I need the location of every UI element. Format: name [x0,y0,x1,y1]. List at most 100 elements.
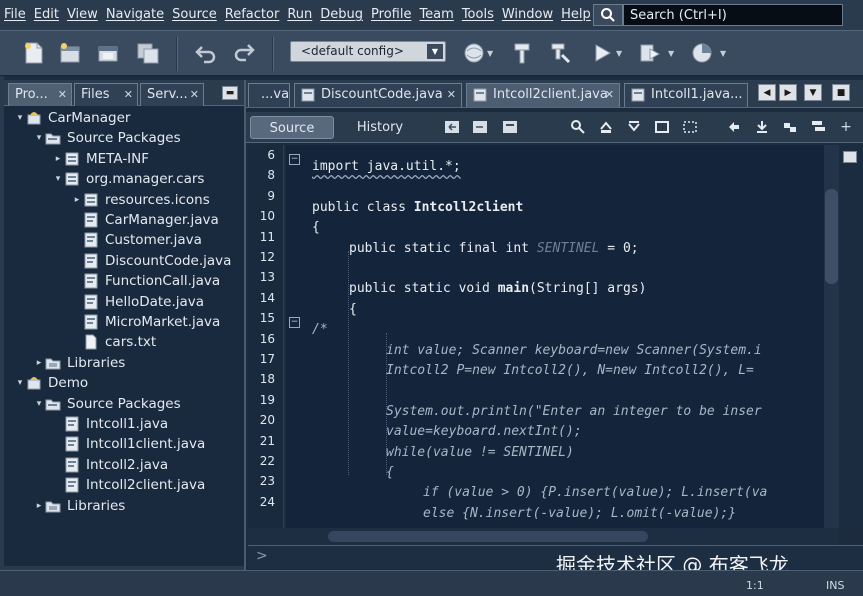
profile-icon[interactable] [688,39,716,67]
tree-item-source-folder[interactable]: ▾ Source Packages [33,394,181,414]
tree-item-java-file[interactable]: HelloDate.java [71,292,204,312]
find-icon[interactable] [570,119,586,135]
tree-item-java-file[interactable]: Customer.java [71,230,202,250]
menu-profile[interactable]: Profile [367,0,415,30]
shift-left-icon[interactable] [726,119,742,135]
debug-icon[interactable] [636,39,664,67]
collapse-icon[interactable]: ▾ [33,133,45,143]
menu-run[interactable]: Run [283,0,316,30]
panel-splitter[interactable] [244,80,246,570]
tree-item-java-file[interactable]: Intcoll2.java [52,455,168,475]
tree-item-libraries[interactable]: ▸ Libraries [33,353,126,373]
new-project-icon[interactable] [56,39,84,67]
shift-right-icon[interactable] [754,119,770,135]
scroll-tabs-left-icon[interactable]: ◀ [758,84,776,101]
config-select[interactable]: <default config> ▼ [290,41,446,62]
chevron-down-icon[interactable]: ▼ [427,44,443,59]
menu-refactor[interactable]: Refactor [221,0,284,30]
close-icon[interactable]: ✕ [447,84,456,106]
uncomment-icon[interactable] [810,119,826,135]
back-icon[interactable] [444,119,460,135]
tree-item-package[interactable]: ▸ resources.icons [71,190,210,210]
menu-edit[interactable]: Edit [30,0,63,30]
fold-toggle-icon[interactable]: − [289,317,300,329]
code-editor[interactable]: import java.util.*; public class Intcoll2… [286,145,824,528]
find-next-icon[interactable] [626,119,642,135]
last-edit-icon[interactable] [502,119,518,135]
collapse-icon[interactable]: ▾ [52,174,64,184]
close-icon[interactable]: ✕ [124,84,133,105]
tree-item-java-file[interactable]: MicroMarket.java [71,312,220,332]
scroll-tabs-right-icon[interactable]: ▶ [779,84,797,101]
tree-item-java-file[interactable]: Intcoll1.java [52,414,168,434]
new-file-icon[interactable] [20,39,48,67]
close-icon[interactable]: ✕ [190,84,199,105]
tree-item-libraries[interactable]: ▸ Libraries [33,496,126,516]
vertical-scrollbar[interactable] [824,145,839,528]
expand-icon[interactable]: > [256,548,268,564]
tree-item-java-file[interactable]: Intcoll1client.java [52,434,205,454]
tree-item-label: Demo [48,375,89,392]
collapse-icon[interactable]: ▾ [33,399,45,409]
tree-item-java-file[interactable]: CarManager.java [71,210,219,230]
tab-services[interactable]: Serv... ✕ [140,83,204,106]
build-hammer-icon[interactable] [508,39,536,67]
source-mode-button[interactable]: Source [250,116,334,139]
tree-item-project[interactable]: ▾ Demo [14,373,88,393]
tab-projects[interactable]: Pro... ✕ [8,83,72,106]
tab-files[interactable]: Files ✕ [74,83,138,106]
tab-intcoll2client[interactable]: Intcoll2client.java ✕ [466,83,620,107]
tree-item-package[interactable]: ▸ META-INF [52,149,149,169]
tree-item-text-file[interactable]: cars.txt [71,332,156,352]
collapse-icon[interactable]: ▾ [14,378,26,388]
search-box[interactable]: Search (Ctrl+I) [593,4,843,26]
clean-build-icon[interactable] [460,39,488,67]
search-icon[interactable] [593,4,623,26]
menu-debug[interactable]: Debug [316,0,367,30]
expand-icon[interactable]: ▸ [52,154,64,164]
comment-icon[interactable] [782,119,798,135]
minimize-icon[interactable]: ▬ [222,86,238,100]
code-line: { [312,220,320,236]
open-project-icon[interactable] [94,39,122,67]
tab-editor-hidden[interactable]: ...va [248,83,290,107]
search-input[interactable]: Search (Ctrl+I) [623,4,843,26]
tab-discountcode[interactable]: DiscountCode.java ✕ [294,83,462,107]
find-previous-icon[interactable] [598,119,614,135]
toggle-highlight-icon[interactable] [654,119,670,135]
expand-icon[interactable]: ▸ [33,358,45,368]
run-icon[interactable] [588,39,616,67]
undo-icon[interactable] [192,39,220,67]
expand-icon[interactable]: ▸ [33,501,45,511]
menu-window[interactable]: Window [498,0,557,30]
menu-team[interactable]: Team [415,0,457,30]
tree-item-project[interactable]: ▾ CarManager [14,108,131,128]
tab-intcoll1[interactable]: Intcoll1.java... [624,83,748,107]
menu-tools[interactable]: Tools [458,0,498,30]
tree-item-package[interactable]: ▾ org.manager.cars [52,169,205,189]
tab-list-icon[interactable]: ▼ [804,84,822,101]
clean-build-broom-icon[interactable] [546,39,574,67]
close-icon[interactable]: ✕ [605,84,614,106]
menu-navigate[interactable]: Navigate [102,0,168,30]
more-tools-icon[interactable]: + [838,119,854,135]
forward-icon[interactable] [472,119,488,135]
history-mode-button[interactable]: History [338,116,422,139]
tree-item-java-file[interactable]: FunctionCall.java [71,271,220,291]
menu-file[interactable]: File [0,0,30,30]
redo-icon[interactable] [230,39,258,67]
maximize-icon[interactable]: ■ [832,84,850,101]
menu-help[interactable]: Help [557,0,595,30]
tree-item-source-folder[interactable]: ▾ Source Packages [33,128,181,148]
menu-source[interactable]: Source [168,0,221,30]
save-all-icon[interactable] [134,39,162,67]
expand-icon[interactable]: ▸ [71,195,83,205]
close-icon[interactable]: ✕ [58,84,67,105]
fold-toggle-icon[interactable]: − [289,154,300,165]
tree-item-java-file[interactable]: DiscountCode.java [71,251,231,271]
collapse-icon[interactable]: ▾ [14,113,26,123]
selection-icon[interactable] [682,119,698,135]
horizontal-scrollbar[interactable] [248,528,839,545]
menu-view[interactable]: View [63,0,102,30]
tree-item-java-file[interactable]: Intcoll2client.java [52,475,205,495]
